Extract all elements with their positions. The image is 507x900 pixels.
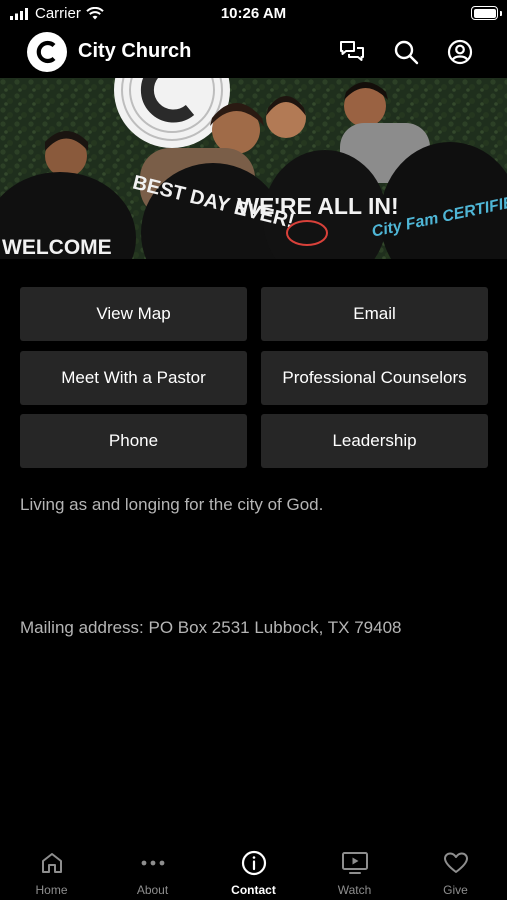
tab-about[interactable]: About [102,838,203,900]
tagline-text: Living as and longing for the city of Go… [20,495,324,514]
tab-home[interactable]: Home [1,838,102,900]
home-icon [41,853,62,873]
view-map-button[interactable]: View Map [20,287,247,341]
heart-icon [443,852,468,873]
church-logo [27,32,67,72]
more-icon [141,860,164,866]
status-time: 10:26 AM [220,5,287,22]
tab-home-label: Home [35,883,68,897]
tab-contact-label: Contact [231,883,276,897]
mailing-address-text: Mailing address: PO Box 2531 Lubbock, TX… [20,618,402,637]
tv-play-icon [341,852,368,874]
leadership-button[interactable]: Leadership [261,414,488,468]
tab-contact[interactable]: Contact [203,838,304,900]
app-title: City Church [78,40,192,62]
sign-all-in: WE'RE ALL IN! [237,193,398,219]
email-button[interactable]: Email [261,287,488,341]
chat-icon [340,41,364,61]
tab-watch-label: Watch [337,883,372,897]
account-icon [447,39,473,65]
tab-bar: Home About Contact Watch Give [0,838,507,900]
tab-watch[interactable]: Watch [304,838,405,900]
info-icon [241,850,266,876]
hero-photo: WELCOME BEST DAY EVER! WE'RE ALL IN! Cit… [0,78,507,259]
tab-give-label: Give [443,883,468,897]
tab-about-label: About [136,883,169,897]
app-header: City Church [0,28,507,78]
professional-counselors-button[interactable]: Professional Counselors [261,351,488,405]
sign-welcome: WELCOME [2,236,112,259]
status-bar: Carrier 10:26 AM [0,0,507,28]
battery-icon [471,6,502,20]
meet-pastor-button[interactable]: Meet With a Pastor [20,351,247,405]
search-icon [394,40,419,65]
tab-give[interactable]: Give [405,838,506,900]
account-button[interactable] [446,38,474,66]
search-button[interactable] [392,38,420,66]
chat-button[interactable] [338,38,366,66]
phone-button[interactable]: Phone [20,414,247,468]
